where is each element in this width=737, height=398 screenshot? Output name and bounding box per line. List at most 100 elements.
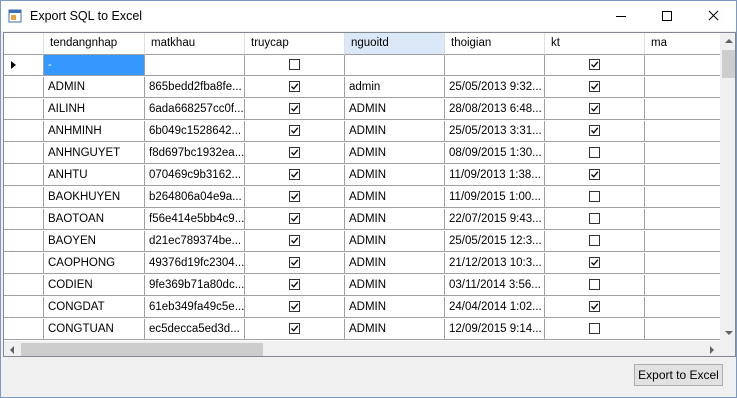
cell-nguoitd[interactable]: admin: [345, 77, 445, 98]
cell-nguoitd[interactable]: ADMIN: [345, 319, 445, 340]
cell-ma[interactable]: [645, 231, 720, 252]
cell-truycap[interactable]: [245, 99, 345, 120]
vertical-scroll-thumb[interactable]: [722, 50, 735, 78]
cell-ma[interactable]: [645, 77, 720, 98]
cell-truycap[interactable]: [245, 143, 345, 164]
table-row[interactable]: ANHNGUYET f8d697bc1932ea... ADMIN 08/09/201…: [4, 143, 720, 164]
table-row[interactable]: CONGDAT 61eb349fa49c5e... ADMIN 24/04/2014 …: [4, 297, 720, 318]
column-header-ma[interactable]: ma: [645, 33, 720, 55]
cell-ma[interactable]: [645, 253, 720, 274]
cell-kt[interactable]: [545, 121, 645, 142]
checkbox-checked[interactable]: [289, 257, 300, 268]
column-header-thoigian[interactable]: thoigian: [445, 33, 545, 55]
cell-nguoitd[interactable]: ADMIN: [345, 165, 445, 186]
checkbox-checked[interactable]: [289, 147, 300, 158]
row-header[interactable]: [4, 275, 44, 296]
cell-tendangnhap[interactable]: ANHTU: [44, 165, 145, 186]
checkbox-checked[interactable]: [589, 59, 600, 70]
cell-kt[interactable]: [545, 231, 645, 252]
cell-tendangnhap[interactable]: CONGTUAN: [44, 319, 145, 340]
cell-ma[interactable]: [645, 165, 720, 186]
cell-thoigian[interactable]: 11/09/2015 1:00...: [445, 187, 545, 208]
cell-truycap[interactable]: [245, 77, 345, 98]
table-row[interactable]: BAOYEN d21ec789374be... ADMIN 25/05/2015 12…: [4, 231, 720, 252]
cell-thoigian[interactable]: 28/08/2013 6:48...: [445, 99, 545, 120]
checkbox-checked[interactable]: [589, 257, 600, 268]
cell-matkhau[interactable]: [145, 55, 245, 76]
checkbox-checked[interactable]: [589, 125, 600, 136]
cell-matkhau[interactable]: f56e414e5bb4c9...: [145, 209, 245, 230]
row-header[interactable]: [4, 319, 44, 340]
cell-matkhau[interactable]: f8d697bc1932ea...: [145, 143, 245, 164]
checkbox-checked[interactable]: [289, 81, 300, 92]
cell-kt[interactable]: [545, 55, 645, 76]
cell-nguoitd[interactable]: ADMIN: [345, 297, 445, 318]
row-header[interactable]: [4, 121, 44, 142]
cell-kt[interactable]: [545, 209, 645, 230]
checkbox-checked[interactable]: [589, 81, 600, 92]
checkbox-checked[interactable]: [289, 213, 300, 224]
cell-truycap[interactable]: [245, 187, 345, 208]
cell-thoigian[interactable]: 12/09/2015 9:14...: [445, 319, 545, 340]
row-header[interactable]: [4, 99, 44, 120]
new-row[interactable]: -: [4, 55, 720, 76]
table-row[interactable]: ANHTU 070469c9b3162... ADMIN 11/09/2013 1:3…: [4, 165, 720, 186]
row-header[interactable]: [4, 55, 44, 76]
cell-truycap[interactable]: [245, 121, 345, 142]
scroll-left-button[interactable]: [4, 341, 21, 356]
checkbox-unchecked[interactable]: [289, 59, 300, 70]
cell-ma[interactable]: [645, 275, 720, 296]
cell-nguoitd[interactable]: [345, 55, 445, 76]
checkbox-checked[interactable]: [289, 103, 300, 114]
export-to-excel-button[interactable]: Export to Excel: [634, 364, 723, 386]
cell-tendangnhap[interactable]: -: [44, 55, 145, 76]
cell-matkhau[interactable]: 070469c9b3162...: [145, 165, 245, 186]
row-header[interactable]: [4, 143, 44, 164]
cell-matkhau[interactable]: 9fe369b71a80dc...: [145, 275, 245, 296]
row-header[interactable]: [4, 77, 44, 98]
data-grid[interactable]: tendangnhap matkhau truycap nguoitd thoigian…: [3, 32, 736, 357]
column-header-matkhau[interactable]: matkhau: [145, 33, 245, 55]
horizontal-scrollbar[interactable]: [4, 341, 720, 356]
cell-nguoitd[interactable]: ADMIN: [345, 231, 445, 252]
cell-nguoitd[interactable]: ADMIN: [345, 275, 445, 296]
checkbox-checked[interactable]: [289, 279, 300, 290]
scroll-right-button[interactable]: [703, 341, 720, 356]
vertical-scrollbar[interactable]: [720, 33, 735, 341]
cell-matkhau[interactable]: 61eb349fa49c5e...: [145, 297, 245, 318]
checkbox-checked[interactable]: [289, 191, 300, 202]
table-row[interactable]: CODIEN 9fe369b71a80dc... ADMIN 03/11/2014 3…: [4, 275, 720, 296]
cell-nguoitd[interactable]: ADMIN: [345, 209, 445, 230]
checkbox-checked[interactable]: [289, 125, 300, 136]
cell-thoigian[interactable]: 11/09/2013 1:38...: [445, 165, 545, 186]
cell-thoigian[interactable]: 25/05/2013 9:32...: [445, 77, 545, 98]
cell-truycap[interactable]: [245, 297, 345, 318]
column-header-nguoitd[interactable]: nguoitd: [345, 33, 445, 55]
scroll-up-button[interactable]: [720, 33, 735, 50]
cell-kt[interactable]: [545, 275, 645, 296]
checkbox-unchecked[interactable]: [589, 235, 600, 246]
checkbox-checked[interactable]: [289, 169, 300, 180]
cell-truycap[interactable]: [245, 165, 345, 186]
cell-kt[interactable]: [545, 297, 645, 318]
cell-kt[interactable]: [545, 187, 645, 208]
cell-truycap[interactable]: [245, 231, 345, 252]
table-row[interactable]: CAOPHONG 49376d19fc2304... ADMIN 21/12/2013…: [4, 253, 720, 274]
cell-tendangnhap[interactable]: ADMIN: [44, 77, 145, 98]
cell-ma[interactable]: [645, 209, 720, 230]
cell-truycap[interactable]: [245, 275, 345, 296]
cell-tendangnhap[interactable]: ANHNGUYET: [44, 143, 145, 164]
row-header[interactable]: [4, 231, 44, 252]
checkbox-unchecked[interactable]: [589, 213, 600, 224]
cell-matkhau[interactable]: 6ada668257cc0f...: [145, 99, 245, 120]
cell-tendangnhap[interactable]: AILINH: [44, 99, 145, 120]
cell-kt[interactable]: [545, 99, 645, 120]
column-header-truycap[interactable]: truycap: [245, 33, 345, 55]
column-header-kt[interactable]: kt: [545, 33, 645, 55]
scroll-down-button[interactable]: [720, 324, 735, 341]
cell-matkhau[interactable]: ec5decca5ed3d...: [145, 319, 245, 340]
cell-tendangnhap[interactable]: CONGDAT: [44, 297, 145, 318]
horizontal-scroll-thumb[interactable]: [21, 343, 263, 356]
row-header[interactable]: [4, 165, 44, 186]
cell-matkhau[interactable]: b264806a04e9a...: [145, 187, 245, 208]
